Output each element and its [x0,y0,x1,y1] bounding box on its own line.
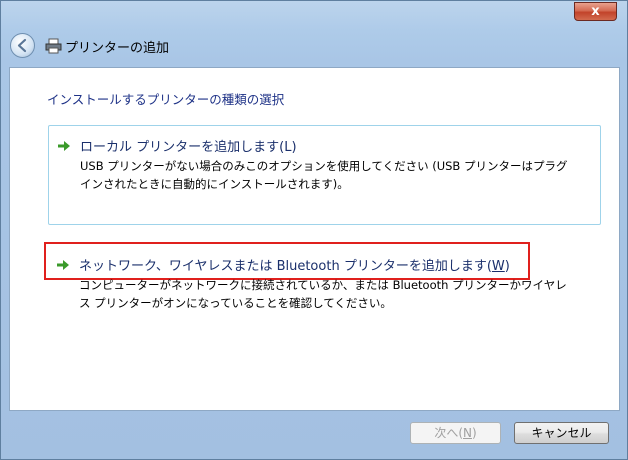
next-button-mnemonic: N [463,426,472,440]
dialog-title: プリンターの追加 [65,41,170,56]
option-local-title-text: ローカル プリンターを追加します( [80,140,285,155]
option-network-title-text: ネットワーク、ワイヤレスまたは Bluetooth プリンターを追加します( [79,259,492,274]
close-button[interactable]: x [574,2,617,21]
back-arrow-icon [17,38,27,53]
option-local-description: USB プリンターがない場合のみこのオプションを使用してください (USB プリ… [80,157,567,193]
option-local-title-end: ) [291,140,297,155]
option-network-mnemonic: W [491,259,505,274]
green-arrow-icon [58,141,70,151]
printer-icon [45,38,62,54]
option-local-title: ローカル プリンターを追加します(L) [80,136,297,155]
next-button-label: 次へ( [434,426,463,440]
next-button-label-end: ) [471,426,477,440]
option-network-desc-line2: ス プリンターがオンになっていることを確認してください。 [79,296,392,310]
dialog-footer: 次へ(N) キャンセル [9,411,620,459]
option-local-desc-line1: USB プリンターがない場合のみこのオプションを使用してください (USB プリ… [80,159,568,173]
option-network-title: ネットワーク、ワイヤレスまたは Bluetooth プリンターを追加します(W) [79,255,510,274]
content-panel: インストールするプリンターの種類の選択 ローカル プリンターを追加します(L) … [9,67,620,411]
back-button[interactable] [10,33,35,58]
cancel-button[interactable]: キャンセル [514,422,609,444]
option-local-desc-line2: インされたときに自動的にインストールされます)。 [80,177,349,191]
option-network-description: コンピューターがネットワークに接続されているか、または Bluetooth プリ… [79,276,567,312]
green-arrow-icon [57,260,69,270]
dialog-window: x プリンターの追加 インストールするプリンターの種類の選択 ローカル プリンタ… [0,0,628,460]
page-subtitle: インストールするプリンターの種類の選択 [47,92,285,107]
next-button[interactable]: 次へ(N) [410,422,501,444]
option-local-printer[interactable]: ローカル プリンターを追加します(L) USB プリンターがない場合のみこのオプ… [48,125,601,225]
option-network-desc-line1: コンピューターがネットワークに接続されているか、または Bluetooth プリ… [79,278,567,292]
close-icon: x [591,4,600,19]
option-network-title-end: ) [504,259,510,274]
